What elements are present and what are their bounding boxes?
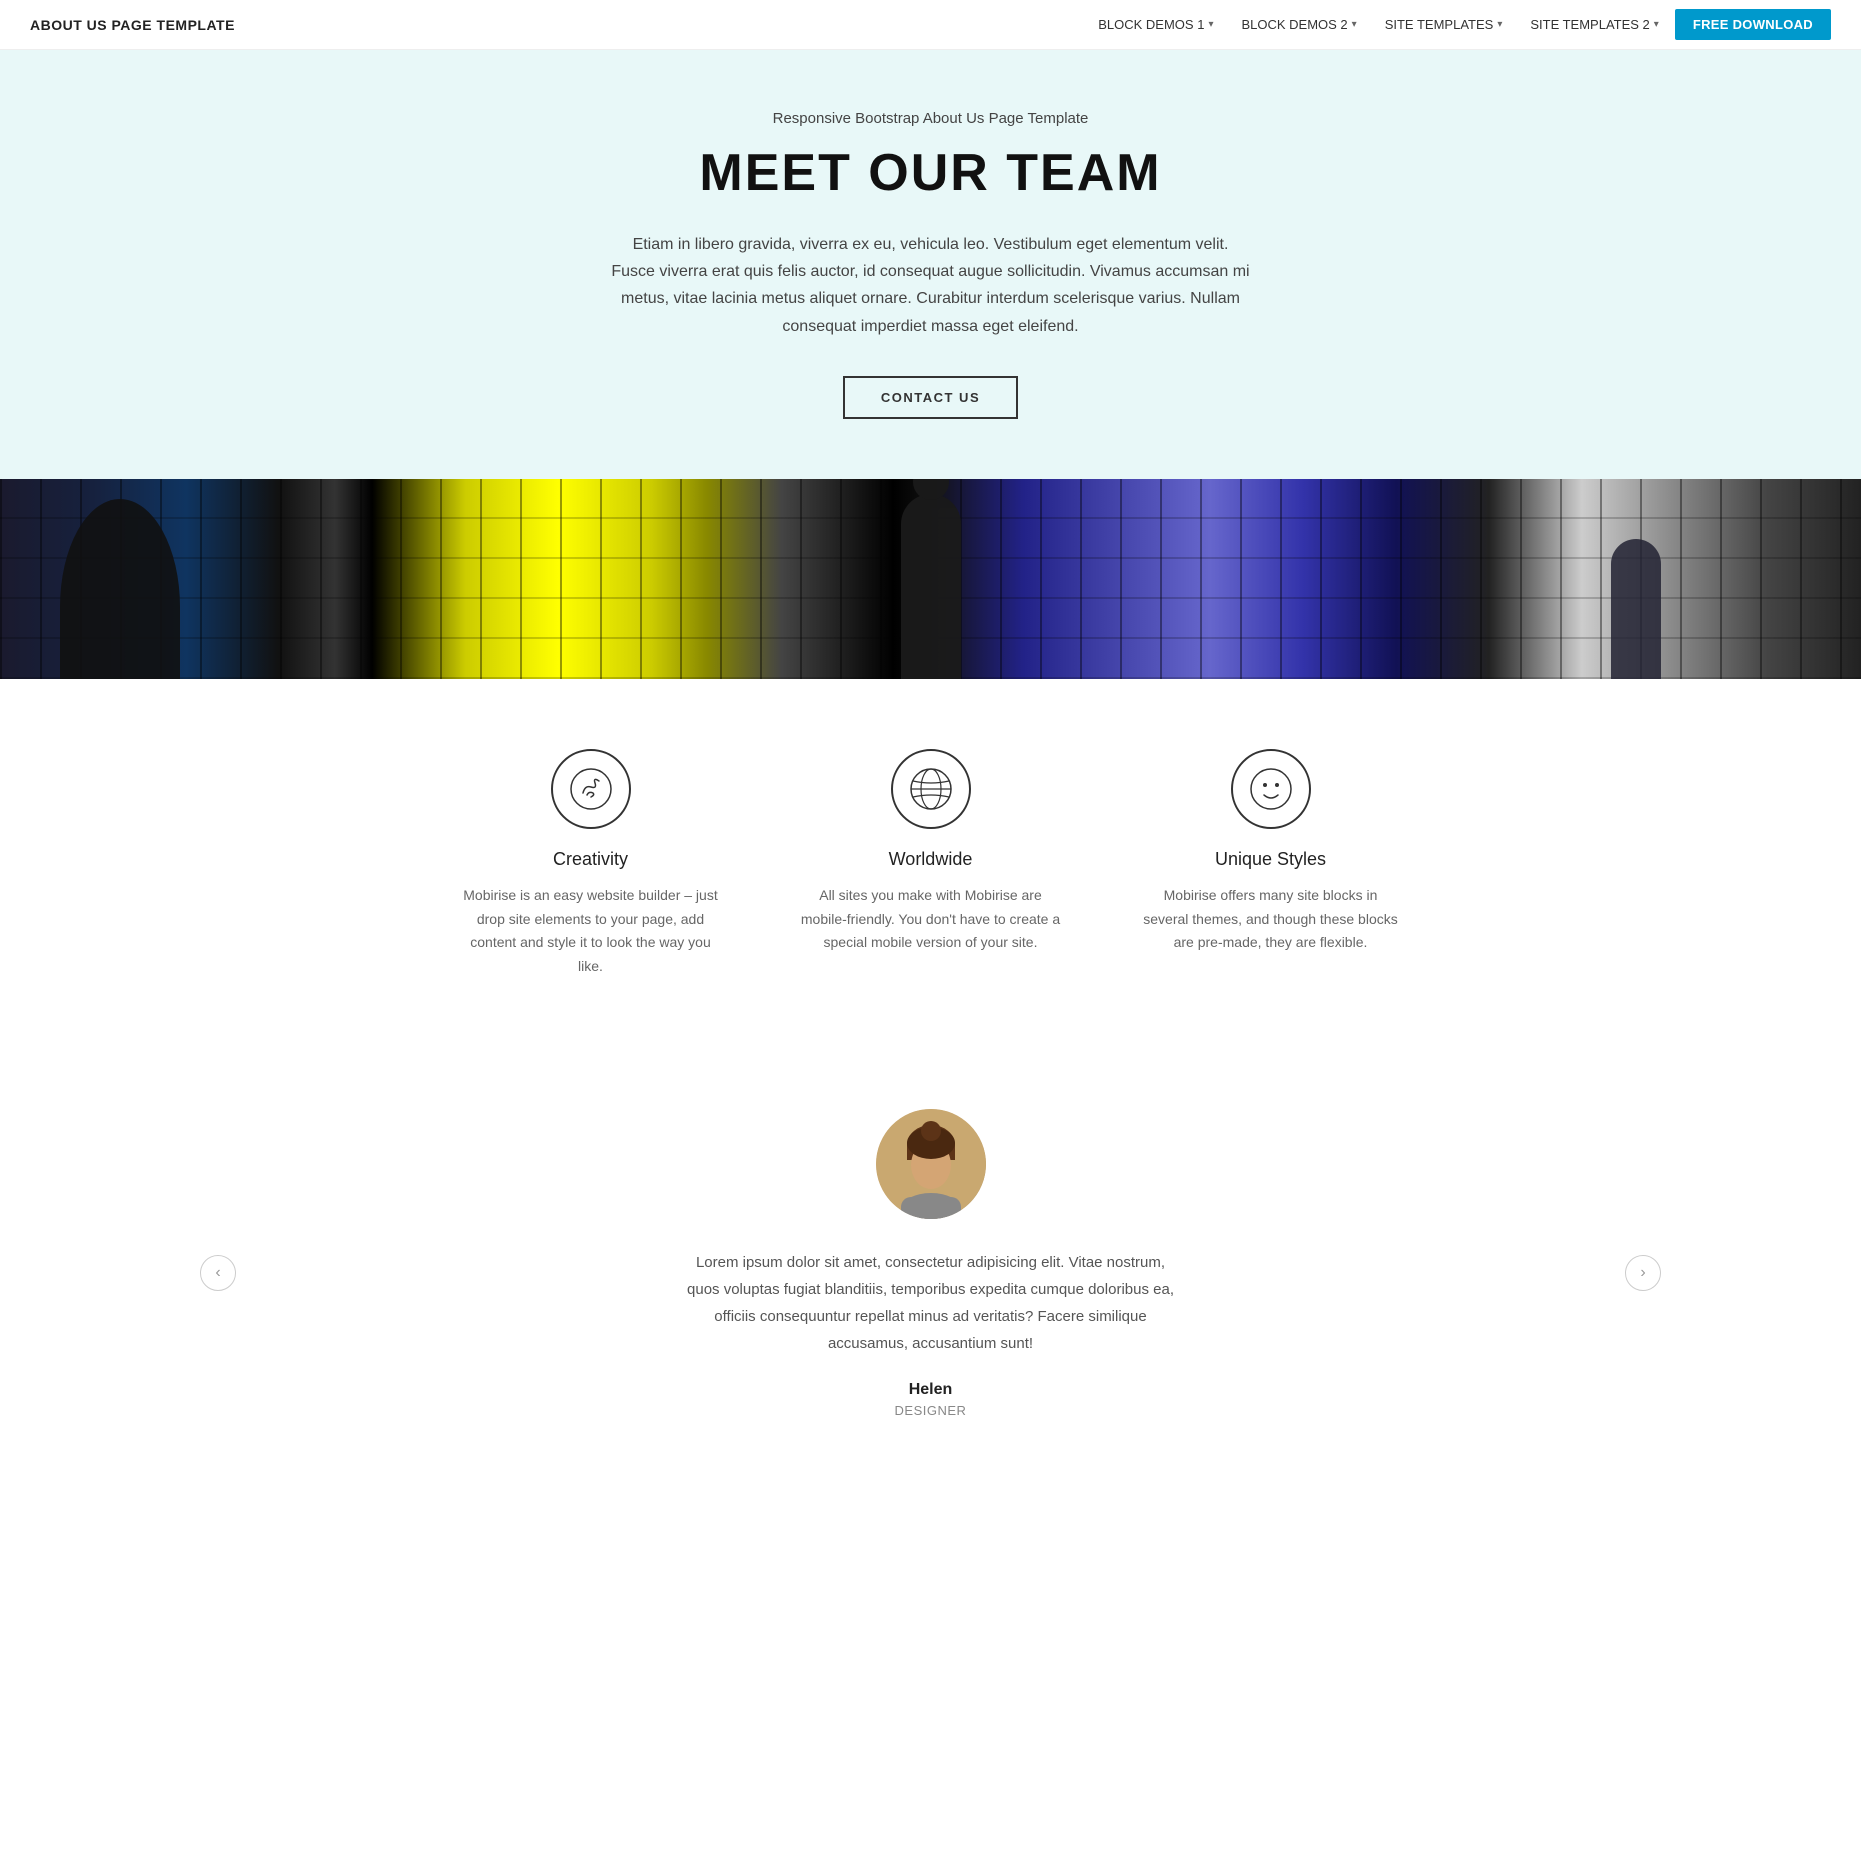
navbar: ABOUT US PAGE TEMPLATE BLOCK DEMOS 1 ▾ B… bbox=[0, 0, 1861, 50]
hero-text: Etiam in libero gravida, viverra ex eu, … bbox=[611, 231, 1251, 340]
hero-title: MEET OUR TEAM bbox=[200, 143, 1661, 203]
nav-site-templates[interactable]: SITE TEMPLATES ▾ bbox=[1373, 11, 1515, 38]
unique-styles-icon bbox=[1231, 749, 1311, 829]
contact-us-button[interactable]: CONTACT US bbox=[843, 376, 1018, 419]
testimonial-role: DESIGNER bbox=[100, 1403, 1761, 1418]
worldwide-title: Worldwide bbox=[801, 849, 1061, 870]
caret-icon: ▾ bbox=[1654, 19, 1659, 30]
nav-block-demos-2[interactable]: BLOCK DEMOS 2 ▾ bbox=[1229, 11, 1368, 38]
testimonial-avatar bbox=[876, 1109, 986, 1219]
testimonial-name: Helen bbox=[100, 1381, 1761, 1399]
unique-styles-text: Mobirise offers many site blocks in seve… bbox=[1141, 884, 1401, 955]
testimonial-section: ‹ Lorem ipsum dolor sit amet, consectetu… bbox=[0, 1049, 1861, 1498]
hero-subtitle: Responsive Bootstrap About Us Page Templ… bbox=[200, 110, 1661, 127]
creativity-icon bbox=[551, 749, 631, 829]
features-section: Creativity Mobirise is an easy website b… bbox=[0, 679, 1861, 1049]
feature-worldwide: Worldwide All sites you make with Mobiri… bbox=[801, 749, 1061, 979]
worldwide-icon bbox=[891, 749, 971, 829]
caret-icon: ▾ bbox=[1497, 19, 1502, 30]
testimonial-prev-button[interactable]: ‹ bbox=[200, 1255, 236, 1291]
silhouette-center bbox=[901, 494, 961, 679]
feature-unique-styles: Unique Styles Mobirise offers many site … bbox=[1141, 749, 1401, 979]
testimonial-next-button[interactable]: › bbox=[1625, 1255, 1661, 1291]
download-button[interactable]: FREE DOWNLOAD bbox=[1675, 9, 1831, 40]
nav-block-demos-1[interactable]: BLOCK DEMOS 1 ▾ bbox=[1086, 11, 1225, 38]
navbar-brand: ABOUT US PAGE TEMPLATE bbox=[30, 17, 235, 33]
unique-styles-title: Unique Styles bbox=[1141, 849, 1401, 870]
feature-creativity: Creativity Mobirise is an easy website b… bbox=[461, 749, 721, 979]
nav-site-templates-2[interactable]: SITE TEMPLATES 2 ▾ bbox=[1518, 11, 1670, 38]
creativity-text: Mobirise is an easy website builder – ju… bbox=[461, 884, 721, 979]
hero-section: Responsive Bootstrap About Us Page Templ… bbox=[0, 50, 1861, 479]
worldwide-text: All sites you make with Mobirise are mob… bbox=[801, 884, 1061, 955]
silhouette-right bbox=[1611, 539, 1661, 679]
navbar-nav: BLOCK DEMOS 1 ▾ BLOCK DEMOS 2 ▾ SITE TEM… bbox=[1086, 9, 1831, 40]
caret-icon: ▾ bbox=[1208, 19, 1213, 30]
hero-image bbox=[0, 479, 1861, 679]
testimonial-text: Lorem ipsum dolor sit amet, consectetur … bbox=[681, 1249, 1181, 1357]
creativity-title: Creativity bbox=[461, 849, 721, 870]
caret-icon: ▾ bbox=[1352, 19, 1357, 30]
